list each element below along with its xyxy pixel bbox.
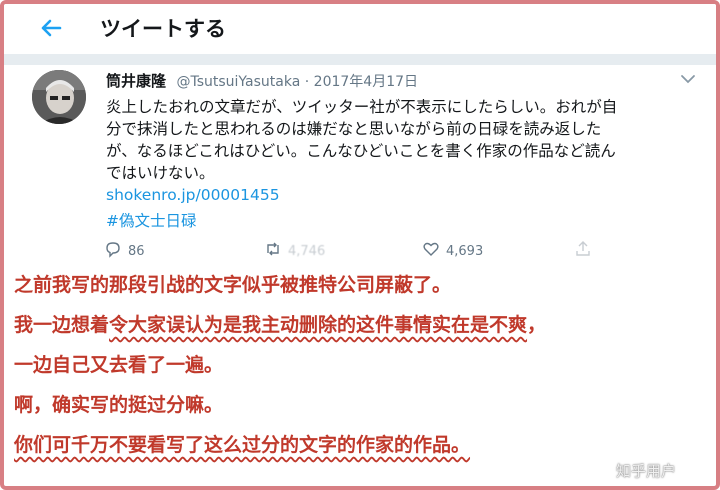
user-handle[interactable]: @TsutsuiYasutaka	[176, 74, 300, 90]
retweet-icon	[264, 240, 282, 262]
reply-button[interactable]: 86	[104, 240, 145, 262]
retweet-button[interactable]: 4,746	[264, 240, 325, 262]
tweet-text: 炎上したおれの文章だが、ツイッター社が不表示にしたらしい。おれが自 分で抹消した…	[106, 96, 686, 184]
separator-dot: ·	[304, 74, 310, 90]
retweet-count: 4,746	[288, 243, 326, 259]
tweet-line: が、なるほどこれはひどい。こんなひどいことを書く作家の作品など読ん	[106, 142, 616, 160]
tweet-link[interactable]: shokenro.jp/00001455	[106, 186, 280, 204]
watermark: 知乎用户	[616, 462, 677, 480]
heart-icon	[422, 240, 440, 262]
like-button[interactable]: 4,693	[422, 240, 483, 262]
share-button[interactable]	[574, 240, 592, 262]
subtitle-line: 啊，确实写的挺过分嘛。	[14, 394, 224, 416]
subtitle-underlined-fragment: 令大家误认为是我主动删除的这件事情实在是不爽	[109, 314, 528, 336]
top-bar: ツイートする	[4, 4, 716, 55]
like-count: 4,693	[446, 243, 484, 259]
tweet-date[interactable]: 2017年4月17日	[314, 74, 418, 90]
tweet-line: 炎上したおれの文章だが、ツイッター社が不表示にしたらしい。おれが自	[106, 98, 618, 116]
subtitle-line: 我一边想着令大家误认为是我主动删除的这件事情实在是不爽，	[14, 310, 546, 337]
screenshot-frame: ツイートする 筒井康隆 @TsutsuiYasutaka · 2017年4月17…	[0, 0, 720, 490]
subtitle-fragment: ，	[527, 314, 547, 336]
tweet-line: ではいけない。	[106, 164, 215, 182]
subtitle-line-underlined: 你们可千万不要看写了这么过分的文字的作家的作品。	[14, 434, 471, 456]
reply-count: 86	[128, 243, 145, 259]
subtitle-line: 一边自己又去看了一遍。	[14, 354, 224, 376]
tweet-actions: 86 4,746 4,693	[104, 240, 704, 264]
tweet-line: 分で抹消したと思われるのは嫌だなと思いながら前の日碌を読み返した	[106, 120, 602, 138]
reply-icon	[104, 240, 122, 262]
page-title: ツイートする	[100, 17, 226, 41]
subtitle-line: 之前我写的那段引战的文字似乎被推特公司屏蔽了。	[14, 274, 452, 296]
share-icon	[574, 240, 592, 262]
avatar[interactable]	[32, 70, 86, 124]
back-arrow-icon[interactable]	[36, 13, 66, 43]
section-divider	[4, 55, 716, 65]
chevron-down-icon[interactable]	[680, 70, 696, 84]
display-name[interactable]: 筒井康隆	[106, 72, 166, 90]
subtitle-fragment: 我一边想着	[14, 314, 110, 336]
tweet-header: 筒井康隆 @TsutsuiYasutaka · 2017年4月17日	[106, 70, 418, 91]
tweet-hashtag[interactable]: #偽文士日碌	[106, 209, 197, 231]
